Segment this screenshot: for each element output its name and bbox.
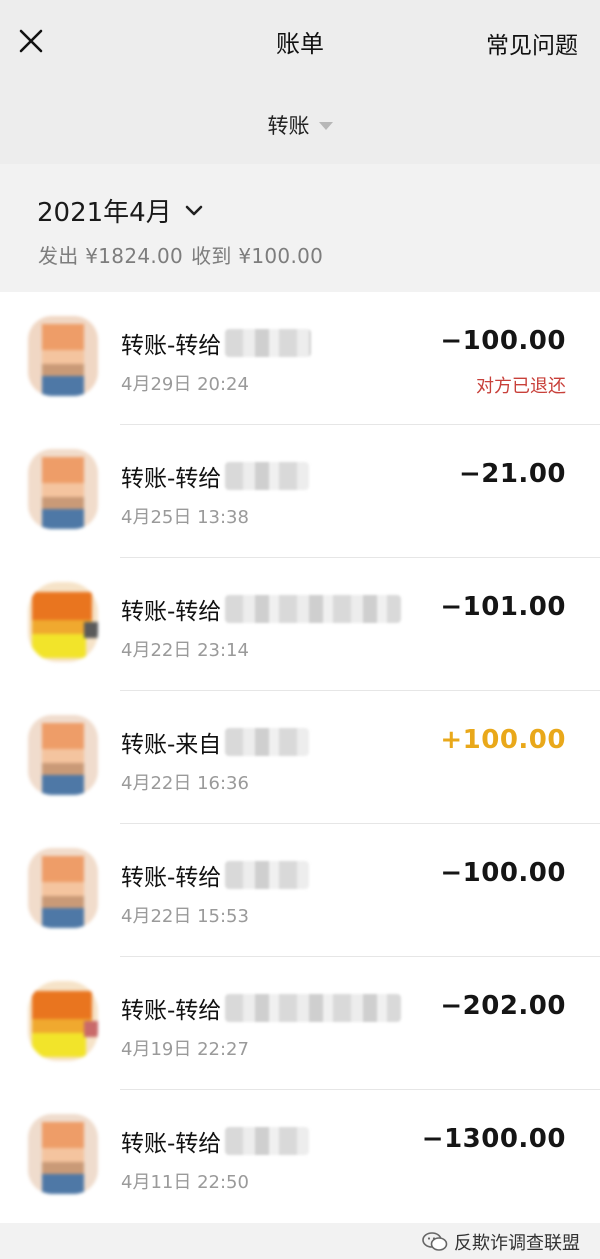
redacted-name [225,462,310,490]
wechat-icon [422,1232,448,1251]
redacted-name [225,595,402,623]
redacted-name [225,994,402,1022]
transaction-title: 转账-转给 [121,466,222,492]
transaction-time: 4月25日 13:38 [121,507,249,528]
transaction-row[interactable]: 转账-来自 4月22日 16:36 +100.00 [0,691,600,824]
transaction-list: 转账-转给 4月29日 20:24 −100.00 对方已退还 转账-转给 4月… [0,292,600,1223]
chevron-down-icon [185,205,203,215]
transaction-time: 4月11日 22:50 [121,1172,249,1193]
month-summary-section: 2021年4月 发出 ¥1824.00 收到 ¥100.00 [0,164,600,292]
type-filter-label: 转账 [267,114,310,138]
redacted-name [225,861,310,889]
transaction-amount: −100.00 [440,326,566,356]
transaction-time: 4月22日 23:14 [121,640,249,661]
faq-link[interactable]: 常见问题 [486,26,578,60]
transaction-title: 转账-转给 [121,865,222,891]
transaction-row[interactable]: 转账-转给 4月22日 15:53 −100.00 [0,824,600,957]
avatar [28,1114,98,1194]
avatar [28,449,98,529]
transaction-row[interactable]: 转账-转给 4月22日 23:14 −101.00 [0,558,600,691]
redacted-name [225,728,310,756]
redacted-name [225,1127,310,1155]
transaction-amount: −1300.00 [421,1124,566,1154]
received-total: 收到 ¥100.00 [191,244,324,268]
transaction-time: 4月22日 15:53 [121,906,249,927]
transaction-amount: −100.00 [440,858,566,888]
transaction-time: 4月19日 22:27 [121,1039,249,1060]
transaction-row[interactable]: 转账-转给 4月19日 22:27 −202.00 [0,957,600,1090]
transaction-title: 转账-转给 [121,1131,222,1157]
avatar [28,981,98,1061]
transaction-row[interactable]: 转账-转给 4月29日 20:24 −100.00 对方已退还 [0,292,600,425]
transaction-amount: −101.00 [440,592,566,622]
watermark-text: 反欺诈调查联盟 [454,1233,580,1254]
avatar [28,316,98,396]
watermark-bar: 反欺诈调查联盟 [0,1223,600,1259]
transaction-time: 4月22日 16:36 [121,773,249,794]
avatar [28,582,98,662]
transaction-row[interactable]: 转账-转给 4月11日 22:50 −1300.00 [0,1090,600,1223]
redacted-name [225,329,312,357]
transaction-title: 转账-转给 [121,333,222,359]
transaction-title: 转账-来自 [121,732,222,758]
type-filter-dropdown[interactable]: 转账 [0,86,600,164]
avatar [28,715,98,795]
transaction-row[interactable]: 转账-转给 4月25日 13:38 −21.00 [0,425,600,558]
sent-total: 发出 ¥1824.00 [38,244,184,268]
transaction-amount: −202.00 [440,991,566,1021]
transaction-title: 转账-转给 [121,998,222,1024]
refund-status: 对方已退还 [476,376,566,397]
transaction-amount: +100.00 [440,725,566,755]
caret-down-icon [318,122,333,130]
top-bar: 账单 常见问题 [0,0,600,86]
transaction-title: 转账-转给 [121,599,222,625]
month-selector[interactable]: 2021年4月 [37,192,204,229]
month-label: 2021年4月 [37,198,172,228]
month-totals: 发出 ¥1824.00 收到 ¥100.00 [38,240,331,269]
transaction-amount: −21.00 [458,459,566,489]
transaction-time: 4月29日 20:24 [121,374,249,395]
avatar [28,848,98,928]
